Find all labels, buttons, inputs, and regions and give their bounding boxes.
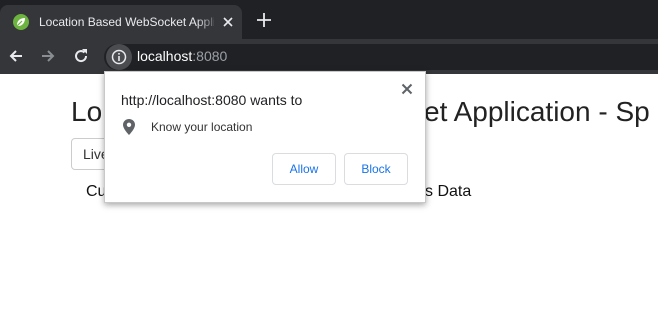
- site-info-button[interactable]: [106, 44, 132, 70]
- url-port: :8080: [192, 48, 228, 64]
- tab-active[interactable]: Location Based WebSocket Application: [0, 5, 242, 39]
- close-icon[interactable]: [399, 81, 415, 97]
- close-tab-icon[interactable]: [220, 14, 236, 30]
- url-host: localhost: [137, 48, 193, 64]
- block-button[interactable]: Block: [344, 153, 408, 185]
- location-permission-popup: http://localhost:8080 wants to Know your…: [104, 71, 426, 203]
- reload-icon[interactable]: [72, 47, 90, 65]
- column-header-right: s Data: [425, 183, 472, 200]
- forward-arrow-icon[interactable]: [39, 47, 57, 65]
- page-title-left: Lo: [71, 96, 103, 127]
- popup-origin-text: http://localhost:8080 wants to: [121, 92, 303, 108]
- page-title-right: et Application - Sp: [424, 96, 650, 127]
- new-tab-icon[interactable]: [255, 11, 273, 29]
- tab-title: Location Based WebSocket Application: [39, 15, 214, 29]
- tab-title-fade: [196, 5, 220, 39]
- spring-leaf-icon: [13, 14, 29, 30]
- allow-button[interactable]: Allow: [272, 153, 336, 185]
- permission-label: Know your location: [151, 120, 253, 134]
- info-icon: [111, 49, 127, 65]
- url-text[interactable]: localhost:8080: [137, 48, 227, 65]
- back-arrow-icon[interactable]: [7, 47, 25, 65]
- location-pin-icon: [123, 119, 135, 135]
